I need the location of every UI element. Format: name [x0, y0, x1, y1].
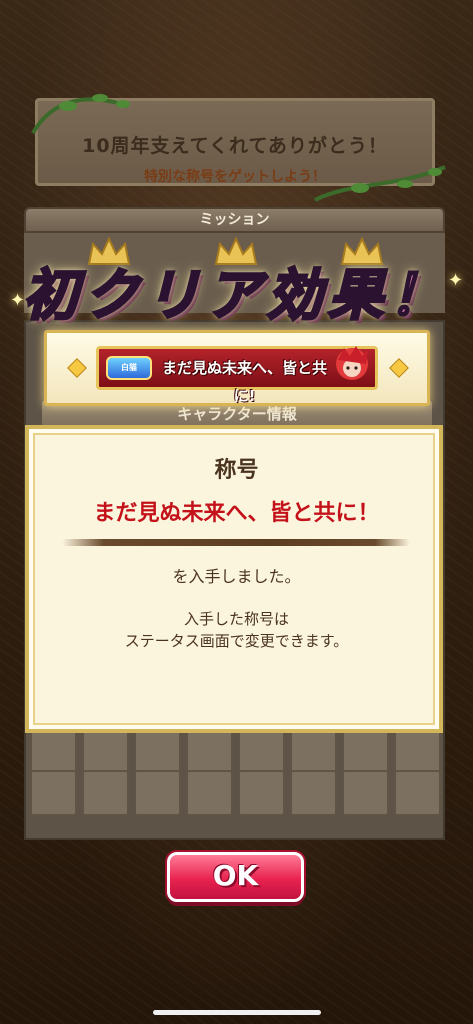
acquired-title-name: まだ見ぬ未来へ、皆と共に！ [93, 501, 380, 526]
grid-slot [238, 770, 285, 816]
home-indicator[interactable] [153, 1010, 321, 1015]
grid-slot [30, 770, 77, 816]
grid-slot [134, 770, 181, 816]
first-clear-title: 初クリア効果！ [21, 262, 450, 329]
note-line-2: ステータス画面で変更できます。 [124, 632, 349, 650]
character-avatar-icon [336, 346, 368, 380]
mission-header: ミッション [24, 207, 445, 233]
obtained-message: を入手しました。 [172, 567, 301, 586]
ok-button[interactable]: OK [167, 852, 304, 902]
grid-slot [290, 770, 337, 816]
divider [62, 539, 410, 546]
grid-slot [394, 770, 441, 816]
note-line-1: 入手した称号は [183, 610, 289, 628]
grid-slot [82, 770, 129, 816]
title-plate-text: まだ見ぬ未来へ、皆と共に! [161, 359, 327, 405]
grid-slot [186, 770, 233, 816]
grid-slot [342, 770, 389, 816]
vine-decoration-right [314, 165, 446, 202]
vine-decoration-left [31, 94, 130, 134]
sparkle-icon: ✦ [448, 270, 464, 291]
sparkle-icon: ✦ [10, 290, 26, 311]
game-logo-icon: 白猫 [106, 356, 152, 380]
dialog-heading: 称号 [214, 458, 259, 483]
